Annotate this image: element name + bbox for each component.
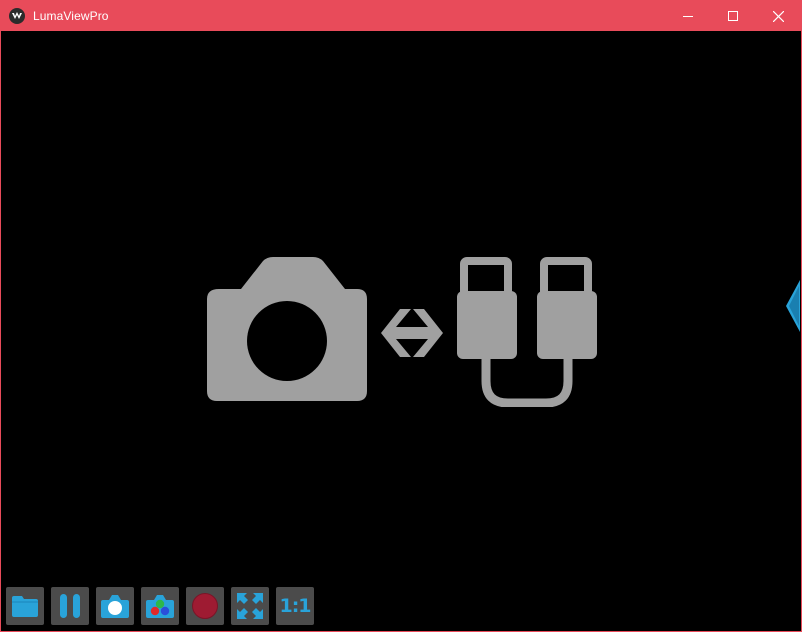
folder-icon xyxy=(12,596,38,617)
bottom-toolbar: 1:1 xyxy=(6,587,314,625)
close-button[interactable] xyxy=(755,1,801,31)
minimize-button[interactable] xyxy=(665,1,711,31)
camera-capture-icon xyxy=(101,595,129,618)
record-button[interactable] xyxy=(186,587,224,625)
one-to-one-icon: 1:1 xyxy=(279,595,311,617)
chevron-left-icon xyxy=(786,280,800,332)
app-logo-icon xyxy=(9,8,25,24)
one-to-one-zoom-button[interactable]: 1:1 xyxy=(276,587,314,625)
close-icon xyxy=(772,10,784,22)
title-bar[interactable]: LumaViewPro xyxy=(1,1,801,31)
fit-to-screen-button[interactable] xyxy=(231,587,269,625)
minimize-icon xyxy=(683,16,693,17)
pause-icon xyxy=(60,594,80,618)
camera-icon xyxy=(207,257,367,401)
window-title: LumaViewPro xyxy=(33,9,109,23)
open-folder-button[interactable] xyxy=(6,587,44,625)
maximize-button[interactable] xyxy=(710,1,756,31)
maximize-icon xyxy=(728,11,738,21)
fit-screen-icon xyxy=(237,593,263,619)
composite-capture-button[interactable] xyxy=(141,587,179,625)
side-panel-toggle-button[interactable] xyxy=(785,280,801,332)
camera-viewport[interactable]: 1:1 xyxy=(1,31,801,631)
record-icon xyxy=(192,593,218,619)
capture-image-button[interactable] xyxy=(96,587,134,625)
double-arrow-icon xyxy=(381,309,443,357)
usb-cable-icon xyxy=(457,257,597,407)
no-camera-connected-graphic xyxy=(207,257,597,407)
app-window: LumaViewPro 1:1 xyxy=(0,0,802,632)
pause-button[interactable] xyxy=(51,587,89,625)
composite-channels-icon xyxy=(146,595,174,618)
